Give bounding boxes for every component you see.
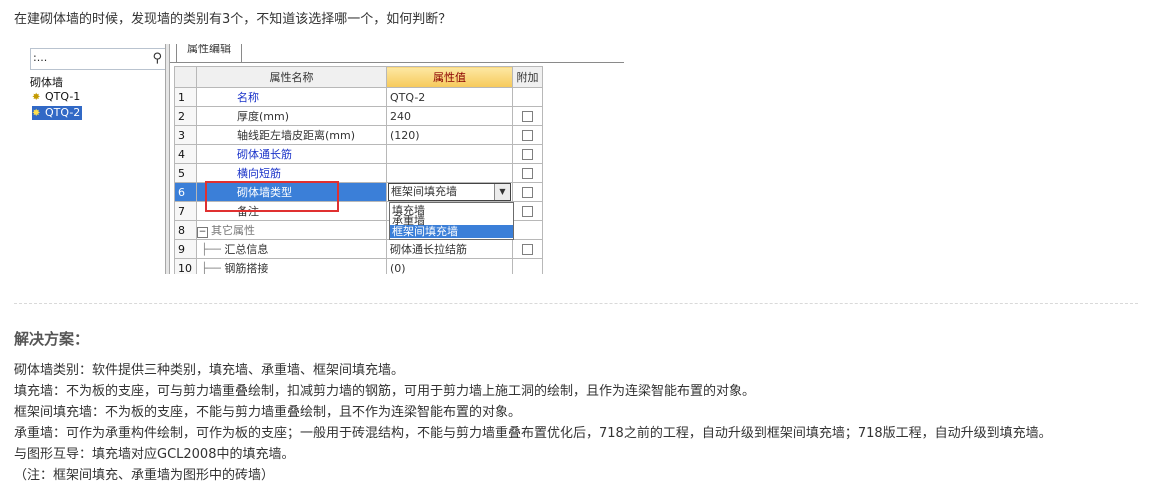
- grid-header-row: 属性名称 属性值 附加: [174, 66, 543, 88]
- tree-item-label: QTQ-1: [45, 90, 81, 103]
- question-text: 在建砌体墙的时候，发现墙的类别有3个，不知道该选择哪一个，如何判断？: [14, 12, 452, 27]
- col-header-num: [174, 66, 197, 88]
- extra-cell: [512, 258, 543, 274]
- extra-cell: [512, 239, 543, 259]
- dropdown-option-selected[interactable]: 框架间填充墙: [390, 225, 513, 238]
- wall-type-dropdown-list: 填充墙 承重墙 框架间填充墙: [389, 202, 514, 240]
- extra-checkbox[interactable]: [522, 168, 533, 179]
- solution-line: 砌体墙类别：软件提供三种类别，填充墙、承重墙、框架间填充墙。: [14, 363, 405, 378]
- extra-cell: [512, 106, 543, 126]
- left-panel: :... ⚲ 砌体墙 ✸ QTQ-1 ✸ QTQ-2: [30, 44, 166, 274]
- property-name: 汇总信息: [224, 243, 269, 256]
- search-input-text: :...: [33, 51, 48, 64]
- property-value[interactable]: [386, 163, 513, 183]
- col-header-value: 属性值: [386, 66, 513, 88]
- property-name: 横向短筋: [196, 163, 387, 183]
- property-value[interactable]: (0): [386, 258, 513, 274]
- property-group-label: 其它属性: [211, 224, 255, 237]
- extra-cell: [512, 201, 543, 221]
- software-screenshot: :... ⚲ 砌体墙 ✸ QTQ-1 ✸ QTQ-2 属性编辑 属性名称 属性值 附…: [30, 44, 624, 274]
- extra-checkbox[interactable]: [522, 130, 533, 141]
- solution-title: 解决方案：: [14, 330, 90, 348]
- property-name-cell: ├── 钢筋搭接: [196, 258, 387, 274]
- table-row[interactable]: 5 横向短筋: [174, 163, 543, 183]
- property-name: 轴线距左墙皮距离(mm): [196, 125, 387, 145]
- extra-cell: [512, 163, 543, 183]
- row-number: 9: [174, 239, 197, 259]
- row-number: 5: [174, 163, 197, 183]
- property-value[interactable]: (120): [386, 125, 513, 145]
- solution-line: 与图形互导：填充墙对应GCL2008中的填充墙。: [14, 447, 295, 462]
- solution-line: 框架间填充墙：不为板的支座，不能与剪力墙重叠绘制，且不作为连梁智能布置的对象。: [14, 405, 522, 420]
- row-number: 3: [174, 125, 197, 145]
- wall-type-select-value: 框架间填充墙: [391, 185, 457, 198]
- tab-strip: 属性编辑: [170, 44, 624, 63]
- property-name-cell: ├── 汇总信息: [196, 239, 387, 259]
- search-icon[interactable]: ⚲: [152, 51, 162, 66]
- row-number: 2: [174, 106, 197, 126]
- property-value[interactable]: QTQ-2: [386, 87, 513, 107]
- property-name: 钢筋搭接: [224, 262, 269, 274]
- extra-checkbox[interactable]: [522, 111, 533, 122]
- extra-cell: [512, 220, 543, 240]
- table-row[interactable]: 1 名称 QTQ-2: [174, 87, 543, 107]
- chevron-down-icon[interactable]: ▼: [494, 184, 510, 200]
- property-value-cell: 框架间填充墙 ▼: [386, 182, 513, 202]
- solution-line: （注：框架间填充、承重墙为图形中的砖墙）: [14, 468, 275, 483]
- extra-checkbox[interactable]: [522, 206, 533, 217]
- extra-checkbox[interactable]: [522, 244, 533, 255]
- property-grid: 属性名称 属性值 附加 1 名称 QTQ-2 2 厚度(mm) 240 3 轴线…: [174, 66, 543, 274]
- table-row[interactable]: 3 轴线距左墙皮距离(mm) (120): [174, 125, 543, 145]
- tree-item-label: QTQ-2: [45, 106, 81, 119]
- gear-icon: ✸: [32, 92, 41, 103]
- row-number: 10: [174, 258, 197, 274]
- property-value[interactable]: 砌体通长拉结筋: [386, 239, 513, 259]
- property-value[interactable]: 240: [386, 106, 513, 126]
- col-header-name: 属性名称: [196, 66, 387, 88]
- tree-item[interactable]: ✸ QTQ-1: [32, 90, 82, 104]
- tree-line-icon: ├──: [201, 243, 221, 256]
- search-input[interactable]: :... ⚲: [30, 48, 166, 70]
- table-row[interactable]: 10 ├── 钢筋搭接 (0): [174, 258, 543, 274]
- row-number: 6: [174, 182, 197, 202]
- wall-type-select[interactable]: 框架间填充墙 ▼: [388, 183, 511, 201]
- highlight-box: [205, 181, 339, 212]
- extra-checkbox[interactable]: [522, 149, 533, 160]
- row-number: 8: [174, 220, 197, 240]
- tree-item-selected[interactable]: ✸ QTQ-2: [32, 106, 83, 120]
- tab-property-edit[interactable]: 属性编辑: [176, 44, 242, 62]
- extra-cell: [512, 125, 543, 145]
- solution-line: 填充墙：不为板的支座，可与剪力墙重叠绘制，扣减剪力墙的钢筋，可用于剪力墙上施工洞…: [14, 384, 756, 399]
- collapse-icon[interactable]: −: [197, 227, 208, 238]
- solution-line: 承重墙：可作为承重构件绘制，可作为板的支座；一般用于砖混结构，不能与剪力墙重叠布…: [14, 426, 1052, 441]
- tree-root[interactable]: 砌体墙: [30, 74, 63, 90]
- property-name: 砌体通长筋: [196, 144, 387, 164]
- row-number: 4: [174, 144, 197, 164]
- table-row[interactable]: 9 ├── 汇总信息 砌体通长拉结筋: [174, 239, 543, 259]
- table-row[interactable]: 2 厚度(mm) 240: [174, 106, 543, 126]
- extra-cell: [512, 144, 543, 164]
- extra-cell: [512, 182, 543, 202]
- extra-cell: [512, 87, 543, 107]
- property-value[interactable]: [386, 144, 513, 164]
- property-group: − 其它属性: [196, 220, 387, 240]
- row-number: 1: [174, 87, 197, 107]
- property-name: 厚度(mm): [196, 106, 387, 126]
- extra-checkbox[interactable]: [522, 187, 533, 198]
- col-header-extra: 附加: [512, 66, 543, 88]
- table-row[interactable]: 4 砌体通长筋: [174, 144, 543, 164]
- row-number: 7: [174, 201, 197, 221]
- property-name: 名称: [196, 87, 387, 107]
- gear-icon: ✸: [32, 108, 41, 119]
- tree-line-icon: ├──: [201, 262, 221, 274]
- divider: [14, 303, 1138, 304]
- solution-text: 砌体墙类别：软件提供三种类别，填充墙、承重墙、框架间填充墙。 填充墙：不为板的支…: [14, 360, 1052, 486]
